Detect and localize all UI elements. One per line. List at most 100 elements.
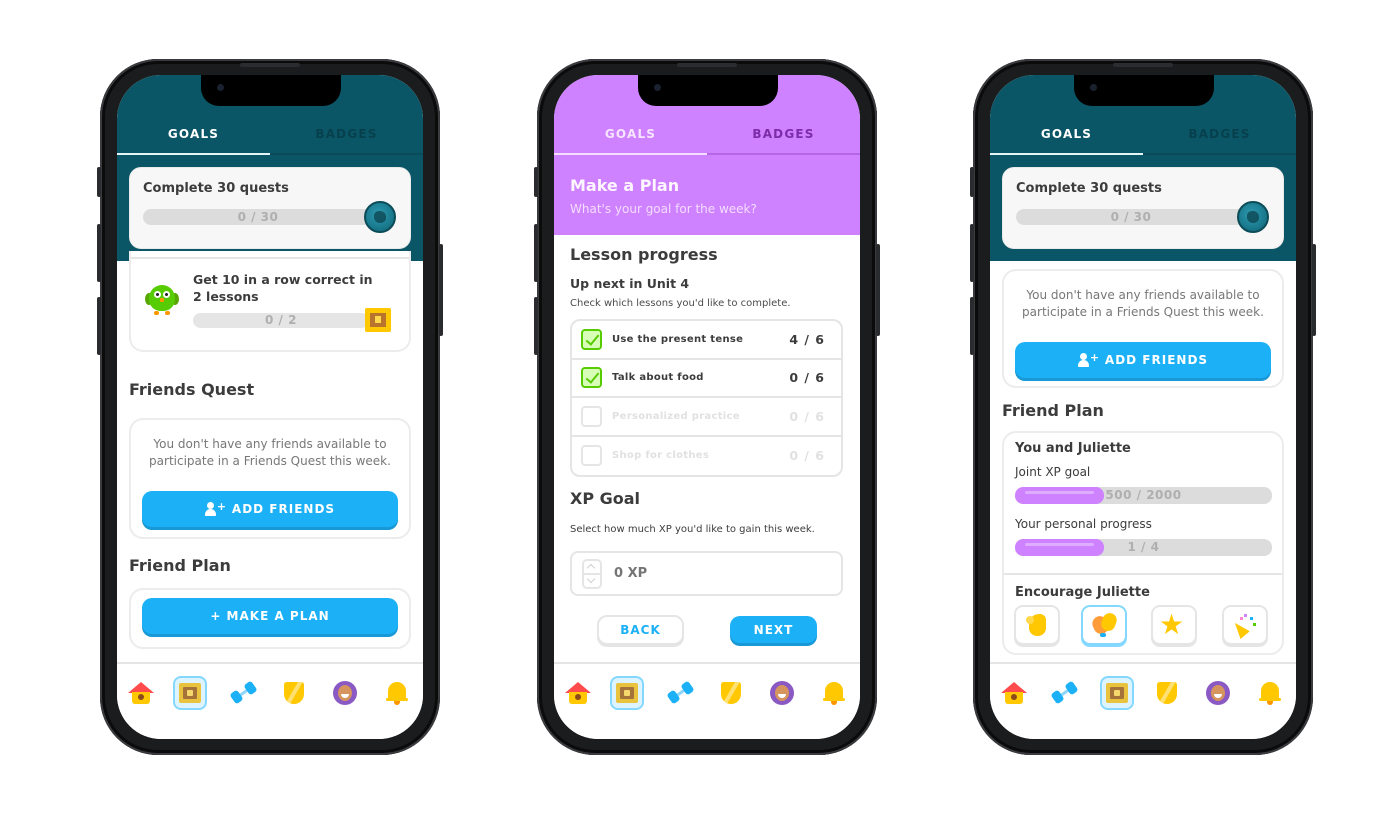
notch bbox=[1074, 75, 1214, 106]
nav-practice[interactable] bbox=[1048, 676, 1082, 710]
power-button bbox=[1312, 244, 1316, 336]
nav-profile[interactable] bbox=[1201, 676, 1235, 710]
next-button[interactable]: NEXT bbox=[730, 616, 817, 643]
add-friends-label: ADD FRIENDS bbox=[1104, 353, 1209, 367]
lesson-row[interactable]: Shop for clothes 0 / 6 bbox=[572, 437, 841, 476]
xp-goal-input[interactable] bbox=[614, 566, 814, 581]
friends-quest-title: Friends Quest bbox=[129, 380, 255, 399]
lesson-progress-title: Lesson progress bbox=[570, 245, 718, 264]
dumbbell-icon bbox=[229, 680, 258, 706]
nav-quests[interactable] bbox=[173, 676, 207, 710]
volume-down-button bbox=[97, 297, 101, 355]
tab-divider bbox=[117, 153, 423, 155]
phone-goals: GOALS BADGES Complete 30 quests 0 / 30 G… bbox=[97, 59, 443, 755]
make-a-plan-label: + MAKE A PLAN bbox=[210, 609, 330, 623]
tab-goals[interactable]: GOALS bbox=[117, 125, 270, 155]
monthly-quest-card[interactable]: Complete 30 quests 0 / 30 bbox=[129, 167, 411, 249]
chevron-down-icon[interactable] bbox=[586, 574, 596, 584]
tab-badges[interactable]: BADGES bbox=[707, 125, 860, 155]
nav-home[interactable] bbox=[561, 676, 595, 710]
lesson-name: Personalized practice bbox=[612, 410, 740, 422]
nav-quests[interactable] bbox=[610, 676, 644, 710]
lesson-row[interactable]: Talk about food 0 / 6 bbox=[572, 360, 841, 398]
nav-practice[interactable] bbox=[664, 676, 698, 710]
nav-profile[interactable] bbox=[765, 676, 799, 710]
joint-xp-progress: 500 / 2000 bbox=[1015, 487, 1272, 504]
friend-plan-title: Friend Plan bbox=[1002, 401, 1104, 420]
tab-goals[interactable]: GOALS bbox=[990, 125, 1143, 155]
checkbox-unchecked[interactable] bbox=[581, 445, 602, 467]
nav-leagues[interactable] bbox=[1150, 676, 1184, 710]
chest-reward-icon bbox=[365, 308, 391, 332]
personal-progress: 1 / 4 bbox=[1015, 539, 1272, 556]
bottom-nav bbox=[117, 662, 423, 739]
xp-goal-title: XP Goal bbox=[570, 489, 641, 508]
back-button[interactable]: BACK bbox=[597, 615, 684, 645]
volume-down-button bbox=[970, 297, 974, 355]
tab-badges[interactable]: BADGES bbox=[1143, 125, 1296, 155]
silent-switch bbox=[534, 167, 538, 197]
xp-goal-field[interactable] bbox=[570, 551, 843, 596]
lesson-list: Use the present tense 4 / 6 Talk about f… bbox=[570, 319, 843, 477]
bell-icon bbox=[821, 680, 847, 706]
monthly-quest-title: Complete 30 quests bbox=[1016, 181, 1162, 196]
lesson-count: 0 / 6 bbox=[789, 370, 825, 386]
encourage-star-button[interactable]: ★ bbox=[1151, 605, 1197, 645]
friends-quest-message: You don't have any friends available to … bbox=[1022, 288, 1264, 319]
friends-quest-card: You don't have any friends available to … bbox=[1002, 269, 1284, 388]
add-friends-button[interactable]: + ADD FRIENDS bbox=[142, 491, 398, 527]
nav-notifications[interactable] bbox=[817, 676, 851, 710]
nav-profile[interactable] bbox=[328, 676, 362, 710]
phone-friend-plan: GOALS BADGES Complete 30 quests 0 / 30 Y… bbox=[970, 59, 1316, 755]
nav-home[interactable] bbox=[124, 676, 158, 710]
power-button bbox=[876, 244, 880, 336]
clapping-hands-icon bbox=[1083, 607, 1125, 643]
dumbbell-icon bbox=[666, 680, 695, 706]
camera bbox=[1090, 84, 1097, 91]
star-icon: ★ bbox=[1159, 608, 1185, 641]
chest-icon bbox=[177, 680, 203, 706]
tab-badges[interactable]: BADGES bbox=[270, 125, 423, 155]
shield-icon bbox=[718, 680, 744, 706]
nav-leagues[interactable] bbox=[277, 676, 311, 710]
tab-indicator bbox=[554, 153, 707, 155]
encourage-clap-button[interactable] bbox=[1081, 605, 1127, 645]
xp-stepper[interactable] bbox=[582, 559, 602, 589]
power-button bbox=[439, 244, 443, 336]
checkbox-unchecked[interactable] bbox=[581, 405, 602, 427]
bell-icon bbox=[1257, 680, 1283, 706]
nav-notifications[interactable] bbox=[380, 676, 414, 710]
monthly-badge-icon bbox=[1237, 201, 1269, 233]
screen: GOALS BADGES Make a Plan What's your goa… bbox=[554, 75, 860, 739]
monthly-badge-icon bbox=[364, 201, 396, 233]
camera bbox=[217, 84, 224, 91]
plan-title: Make a Plan bbox=[570, 176, 680, 195]
flexed-biceps-icon bbox=[1016, 607, 1058, 643]
nav-leagues[interactable] bbox=[714, 676, 748, 710]
nav-quests[interactable] bbox=[1100, 676, 1134, 710]
make-a-plan-button[interactable]: + MAKE A PLAN bbox=[142, 598, 398, 634]
tab-goals[interactable]: GOALS bbox=[554, 125, 707, 155]
lesson-row[interactable]: Personalized practice 0 / 6 bbox=[572, 398, 841, 437]
plan-divider bbox=[1004, 573, 1282, 575]
checkbox-checked[interactable] bbox=[581, 367, 602, 389]
chevron-up-icon[interactable] bbox=[586, 563, 596, 573]
home-icon bbox=[128, 680, 154, 706]
nav-notifications[interactable] bbox=[1253, 676, 1287, 710]
unit-title: Up next in Unit 4 bbox=[570, 276, 690, 291]
lesson-row[interactable]: Use the present tense 4 / 6 bbox=[572, 321, 841, 360]
nav-home[interactable] bbox=[997, 676, 1031, 710]
nav-practice[interactable] bbox=[227, 676, 261, 710]
screen: GOALS BADGES Complete 30 quests 0 / 30 G… bbox=[117, 75, 423, 739]
encourage-party-button[interactable] bbox=[1222, 605, 1268, 645]
checkbox-checked[interactable] bbox=[581, 328, 602, 350]
encourage-flex-button[interactable] bbox=[1014, 605, 1060, 645]
home-icon bbox=[1001, 680, 1027, 706]
monthly-quest-card[interactable]: Complete 30 quests 0 / 30 bbox=[1002, 167, 1284, 249]
quest-card[interactable]: Get 10 in a row correct in 2 lessons 0 /… bbox=[129, 251, 411, 352]
add-friends-button[interactable]: + ADD FRIENDS bbox=[1015, 342, 1271, 378]
notch bbox=[201, 75, 341, 106]
lesson-name: Use the present tense bbox=[612, 333, 744, 345]
unit-instruction: Check which lessons you'd like to comple… bbox=[570, 298, 791, 309]
next-label: NEXT bbox=[753, 622, 794, 637]
